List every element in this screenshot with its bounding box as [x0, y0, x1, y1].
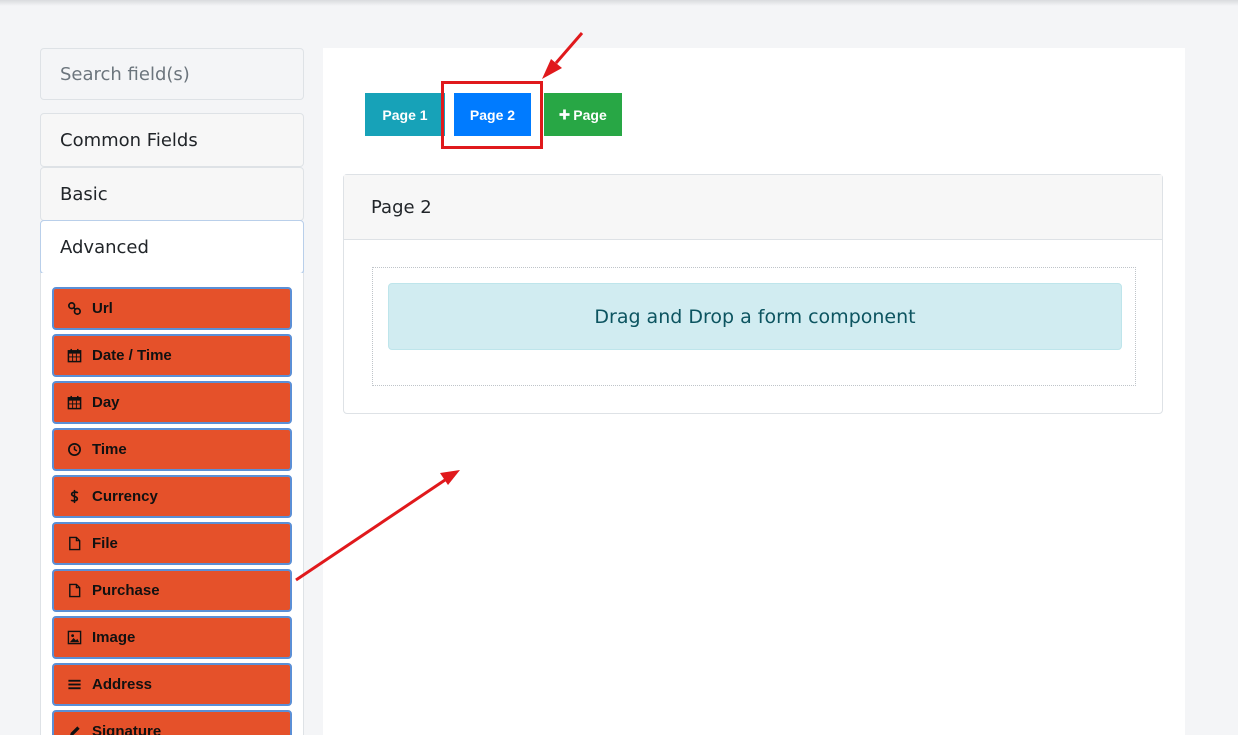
field-label: Date / Time: [92, 347, 172, 364]
pen-icon: [66, 724, 82, 735]
field-label: Address: [92, 676, 153, 693]
page-card: Page 2 Drag and Drop a form component: [343, 174, 1163, 414]
file-icon: [66, 583, 82, 599]
field-label: Purchase: [92, 582, 160, 599]
search-field-input[interactable]: Search field(s): [40, 48, 304, 100]
field-day-button[interactable]: Day: [52, 381, 292, 424]
field-time-button[interactable]: Time: [52, 428, 292, 471]
tab-page-1[interactable]: Page 1: [365, 93, 445, 136]
page-card-title: Page 2: [344, 175, 1162, 240]
field-image-button[interactable]: Image: [52, 616, 292, 659]
field-signature-button[interactable]: Signature: [52, 710, 292, 735]
group-advanced[interactable]: Advanced: [40, 220, 304, 274]
drop-zone-message: Drag and Drop a form component: [388, 283, 1122, 350]
field-label: Signature: [92, 723, 162, 735]
top-shadow: [0, 0, 1238, 6]
bars-icon: [66, 677, 82, 693]
field-purchase-button[interactable]: Purchase: [52, 569, 292, 612]
field-file-button[interactable]: File: [52, 522, 292, 565]
group-basic[interactable]: Basic: [40, 167, 304, 221]
annotation-highlight-box: [441, 81, 543, 149]
link-icon: [66, 301, 82, 317]
dollar-icon: [66, 489, 82, 505]
field-label: Time: [92, 441, 127, 458]
image-icon: [66, 630, 82, 646]
drop-zone[interactable]: Drag and Drop a form component: [372, 267, 1136, 386]
field-label: Url: [92, 300, 113, 317]
add-page-button[interactable]: Page: [544, 93, 622, 136]
field-url-button[interactable]: Url: [52, 287, 292, 330]
field-datetime-button[interactable]: Date / Time: [52, 334, 292, 377]
field-label: Image: [92, 629, 136, 646]
field-currency-button[interactable]: Currency: [52, 475, 292, 518]
plus-icon: [559, 109, 570, 120]
field-label: Day: [92, 394, 120, 411]
add-page-label: Page: [573, 106, 607, 123]
group-common-fields[interactable]: Common Fields: [40, 113, 304, 167]
calendar-icon: [66, 395, 82, 411]
field-address-button[interactable]: Address: [52, 663, 292, 706]
field-label: File: [92, 535, 118, 552]
calendar-icon: [66, 348, 82, 364]
field-label: Currency: [92, 488, 158, 505]
clock-icon: [66, 442, 82, 458]
file-icon: [66, 536, 82, 552]
